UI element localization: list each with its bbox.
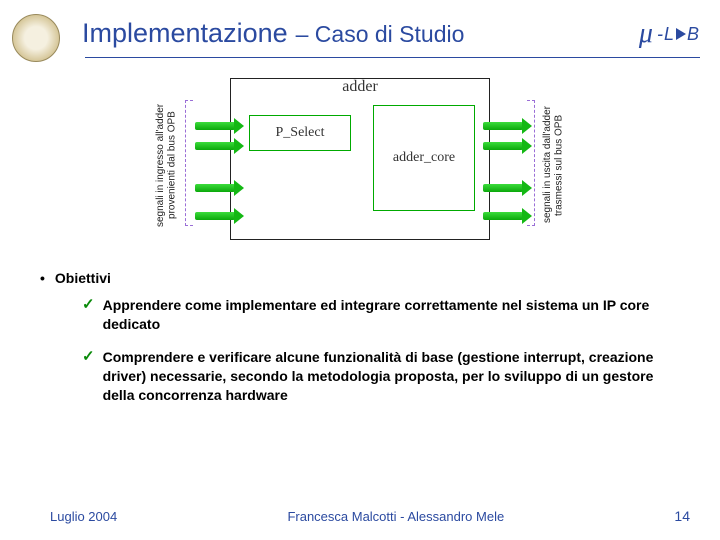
- footer-page: 14: [674, 508, 690, 524]
- diagram-right-caption: segnali in uscita dall'adder trasmessi s…: [542, 100, 565, 230]
- arrow-icon: [195, 184, 235, 192]
- bullet-dot: •: [40, 270, 45, 286]
- heading-text: Obiettivi: [55, 270, 111, 286]
- adder-label: adder: [231, 78, 489, 96]
- header-rule: [85, 57, 700, 58]
- title-sub: – Caso di Studio: [296, 21, 465, 48]
- diagram: segnali in ingresso all'adder provenient…: [0, 72, 720, 252]
- slide-header: Implementazione – Caso di Studio μ -LB: [0, 0, 720, 49]
- title-main: Implementazione: [82, 18, 288, 49]
- adder-box: adder P_Select adder_core: [230, 78, 490, 240]
- footer-date: Luglio 2004: [50, 509, 117, 524]
- arrow-icon: [195, 122, 235, 130]
- diagram-left-caption: segnali in ingresso all'adder provenient…: [155, 100, 178, 230]
- content: • Obiettivi ✓ Apprendere come implementa…: [0, 252, 720, 404]
- arrow-icon: [483, 212, 523, 220]
- objective-text: Comprendere e verificare alcune funziona…: [103, 348, 680, 405]
- right-bracket: [527, 100, 535, 226]
- arrow-icon: [483, 122, 523, 130]
- objective-text: Apprendere come implementare ed integrar…: [103, 296, 680, 334]
- university-seal: [12, 14, 60, 62]
- lab-text: -LB: [657, 24, 700, 45]
- mulab-logo: μ -LB: [639, 18, 700, 50]
- footer-authors: Francesca Malcotti - Alessandro Mele: [117, 509, 674, 524]
- arrow-icon: [483, 184, 523, 192]
- arrow-icon: [483, 142, 523, 150]
- objective-item: ✓ Comprendere e verificare alcune funzio…: [82, 348, 680, 405]
- arrow-icon: [195, 142, 235, 150]
- triangle-icon: [676, 28, 686, 40]
- check-icon: ✓: [82, 296, 95, 314]
- check-icon: ✓: [82, 348, 95, 366]
- pselect-box: P_Select: [249, 115, 351, 151]
- core-box: adder_core: [373, 105, 475, 211]
- objectives-heading: • Obiettivi: [40, 270, 680, 286]
- left-bracket: [185, 100, 193, 226]
- arrow-icon: [195, 212, 235, 220]
- mu-glyph: μ: [639, 18, 653, 50]
- footer: Luglio 2004 Francesca Malcotti - Alessan…: [0, 508, 720, 524]
- objective-item: ✓ Apprendere come implementare ed integr…: [82, 296, 680, 334]
